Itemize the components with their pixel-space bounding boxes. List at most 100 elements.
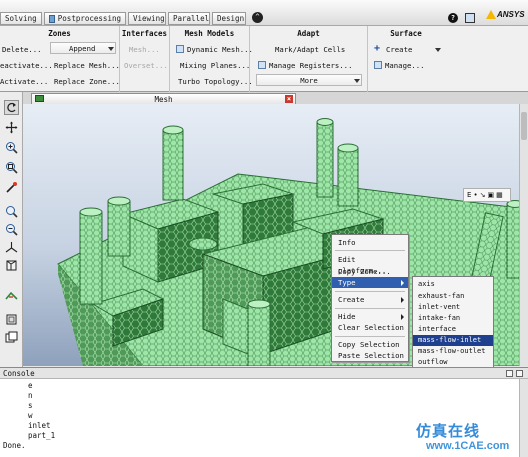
tab-mesh[interactable]: Mesh × [31,93,296,104]
zoom-out-icon[interactable] [4,222,19,237]
type-option-mass-flow-outlet[interactable]: mass-flow-outlet [413,346,493,357]
console-title: Console [3,369,35,378]
isometric-view-icon[interactable] [4,258,19,273]
ribbon: Zones Delete... Append eactivate... Repl… [0,26,528,92]
tab-label: Solving [5,14,37,23]
cylinder-5 [337,143,359,207]
delete-button[interactable]: Delete... [2,43,42,55]
replace-zone-button[interactable]: Replace Zone... [54,75,120,87]
scrollbar-thumb[interactable] [521,112,527,140]
close-icon[interactable]: × [285,95,293,103]
console-line: e [28,381,33,390]
small-dome [188,237,218,251]
activate-button[interactable]: Activate... [0,75,48,87]
console-scrollbar[interactable] [519,379,528,457]
probe-icon[interactable] [4,180,19,195]
graphics-toolbar [0,92,23,367]
menu-item-create[interactable]: Create [332,294,408,305]
replace-mesh-button[interactable]: Replace Mesh... [54,59,120,71]
top-tab-bar: Solving Postprocessing Viewing Parallel … [0,0,528,26]
chevron-right-icon [401,280,404,286]
surface-manage-button[interactable]: Manage... [374,59,425,71]
deactivate-button[interactable]: eactivate... [0,59,53,71]
chevron-right-icon [401,314,404,320]
rotate-icon[interactable] [4,100,19,115]
type-option-intake-fan[interactable]: intake-fan [413,313,493,324]
mesh-tab-title: Mesh [154,95,173,104]
axes-icon[interactable] [4,240,19,255]
tab-design[interactable]: Design [212,12,246,25]
mixing-planes-button[interactable]: Mixing Planes... [180,59,250,71]
console-line: part_1 [28,431,56,440]
ansys-triangle-icon [486,10,496,19]
view-toolbar-label: E [467,191,472,199]
close-icon[interactable] [516,370,523,377]
menu-separator [335,336,405,337]
type-option-axis[interactable]: axis [413,279,493,290]
zoom-in-out-icon[interactable] [4,140,19,155]
zones-group: Zones Delete... Append eactivate... Repl… [0,26,120,92]
menu-separator [335,291,405,292]
pan-icon[interactable] [4,120,19,135]
viewport-scrollbar[interactable] [519,104,528,366]
console-line: Done. [3,441,26,450]
menu-item-edit-platform[interactable]: Edit platform... [332,254,408,275]
tab-parallel[interactable]: Parallel [168,12,210,25]
tab-solving[interactable]: Solving [0,12,42,25]
console-line: s [28,401,33,410]
menu-item-type[interactable]: Type [332,277,408,288]
tab-label: Postprocessing [57,14,121,23]
cylinder-4 [316,118,334,198]
cylinder-6 [247,299,271,366]
help-icon[interactable]: ? [448,13,458,23]
copy-view-icon[interactable] [4,330,19,345]
type-option-inlet-vent[interactable]: inlet-vent [413,302,493,313]
tab-viewing[interactable]: Viewing [128,12,166,25]
cylinder-2 [107,196,131,257]
tab-postprocessing[interactable]: Postprocessing [44,12,126,25]
type-option-exhaust-fan[interactable]: exhaust-fan [413,291,493,302]
manage-registers-button[interactable]: Manage Registers... [258,59,352,71]
menu-item-hide[interactable]: Hide [332,311,408,322]
menu-item-paste-selection[interactable]: Paste Selection [332,350,408,361]
select-icon[interactable]: ↘ [480,191,486,199]
menu-item-clear-selection[interactable]: Clear Selection [332,322,408,333]
cylinder-3 [162,125,184,201]
tab-label: Viewing [133,14,165,23]
dynamic-mesh-button[interactable]: Dynamic Mesh... [176,43,253,55]
snapshot-icon[interactable]: ▣ [487,191,494,199]
menu-item-copy-selection[interactable]: Copy Selection [332,339,408,350]
collapse-ribbon-icon[interactable]: ^ [252,12,263,23]
append-dropdown[interactable]: Append [50,42,116,54]
turbo-topology-button[interactable]: Turbo Topology... [178,75,253,87]
adapt-title: Adapt [297,29,320,38]
surface-create-button[interactable]: + Create [374,43,412,55]
adapt-group: Adapt Mark/Adapt Cells Manage Registers.… [250,26,368,92]
mesh-models-group: Mesh Models Dynamic Mesh... Mixing Plane… [170,26,253,92]
zoom-to-area-icon[interactable] [4,160,19,175]
adapt-more-dropdown[interactable]: More [256,74,362,86]
overset-button[interactable]: Overset... [124,59,168,71]
zones-title: Zones [48,29,71,38]
fit-to-window-icon[interactable] [4,204,19,219]
mesh-models-title: Mesh Models [184,29,235,38]
menu-item-info[interactable]: Info [332,237,408,248]
manage-surface-icon [374,61,382,69]
chevron-down-icon[interactable] [435,48,441,52]
grid-icon[interactable]: ▦ [496,191,503,199]
tab-label: Parallel [173,14,210,23]
view-orientation-icon[interactable] [4,288,19,303]
maximize-icon[interactable] [506,370,513,377]
view-toolbar[interactable]: E • ↘ ▣ ▦ [463,188,511,202]
interfaces-mesh-button[interactable]: Mesh... [129,43,160,55]
chevron-down-icon [108,47,114,51]
type-option-mass-flow-inlet[interactable]: mass-flow-inlet [413,335,493,346]
type-option-interface[interactable]: interface [413,324,493,335]
window-layout-icon[interactable] [465,13,475,23]
chevron-down-icon[interactable]: • [473,191,477,199]
chevron-down-icon [354,79,360,83]
box-select-icon[interactable] [4,312,19,327]
menu-item-copy-zone[interactable]: Copy Zone... [332,266,408,277]
mark-adapt-cells-button[interactable]: Mark/Adapt Cells [275,43,345,55]
graphics-tab-bar: Mesh × [23,92,528,104]
